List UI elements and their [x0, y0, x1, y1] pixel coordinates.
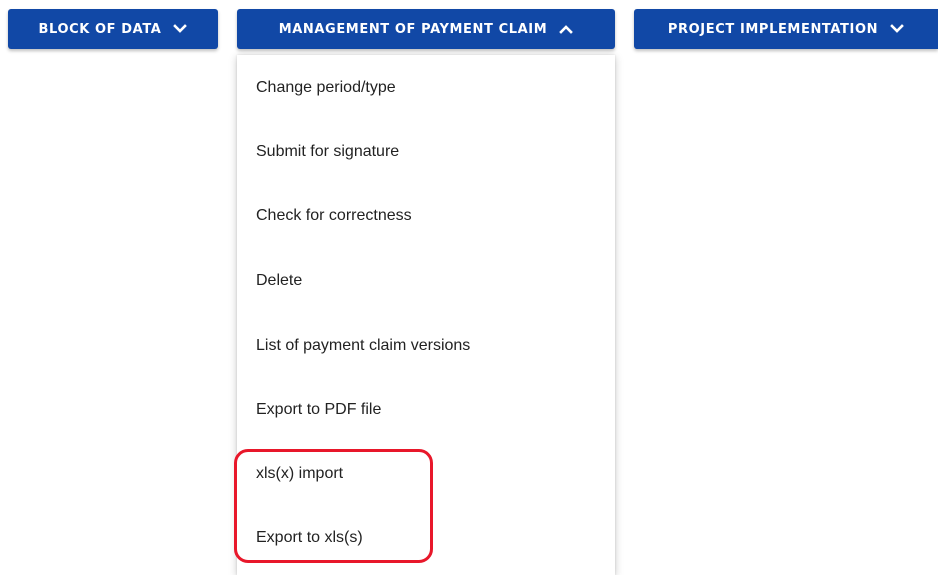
menu-item-export-to-xls[interactable]: Export to xls(s): [237, 516, 615, 560]
block-of-data-button[interactable]: BLOCK OF DATA: [8, 9, 218, 49]
chevron-down-icon: [890, 24, 904, 34]
block-of-data-label: BLOCK OF DATA: [38, 21, 162, 37]
menu-item-list-of-payment-claim-versions[interactable]: List of payment claim versions: [237, 324, 615, 368]
menu-item-delete[interactable]: Delete: [237, 259, 615, 303]
menu-item-export-to-pdf[interactable]: Export to PDF file: [237, 388, 615, 432]
payment-claim-dropdown-menu: Change period/type Submit for signature …: [237, 55, 615, 575]
chevron-up-icon: [559, 24, 574, 34]
menu-item-xlsx-import[interactable]: xls(x) import: [237, 452, 615, 496]
management-of-payment-claim-button[interactable]: MANAGEMENT OF PAYMENT CLAIM: [237, 9, 615, 49]
management-of-payment-claim-label: MANAGEMENT OF PAYMENT CLAIM: [278, 21, 548, 37]
menu-item-check-for-correctness[interactable]: Check for correctness: [237, 194, 615, 238]
menu-item-submit-for-signature[interactable]: Submit for signature: [237, 130, 615, 174]
menu-item-change-period-type[interactable]: Change period/type: [237, 66, 615, 110]
chevron-down-icon: [173, 24, 188, 34]
project-implementation-button[interactable]: PROJECT IMPLEMENTATION: [634, 9, 938, 49]
project-implementation-label: PROJECT IMPLEMENTATION: [667, 21, 879, 37]
